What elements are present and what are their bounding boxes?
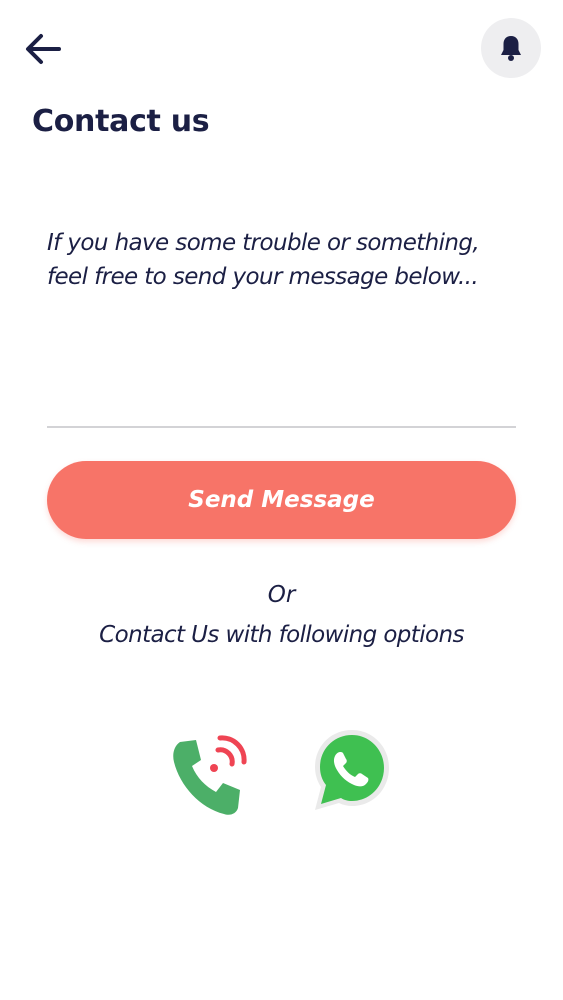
back-button[interactable] [18,26,68,72]
phone-call-icon [173,735,247,815]
message-input[interactable] [47,226,516,428]
or-label: Or [267,582,296,608]
notification-button[interactable] [481,18,541,78]
contact-options-label: Contact Us with following options [99,622,464,648]
send-message-button[interactable]: Send Message [47,461,516,539]
whatsapp-icon [315,730,389,810]
contact-page: Contact us Send Message Or Contact Us wi… [0,0,563,1000]
bell-icon [501,36,521,61]
phone-call-button[interactable] [168,724,256,820]
whatsapp-button[interactable] [311,726,393,814]
arrow-left-icon [26,34,61,64]
page-title: Contact us [32,104,210,139]
